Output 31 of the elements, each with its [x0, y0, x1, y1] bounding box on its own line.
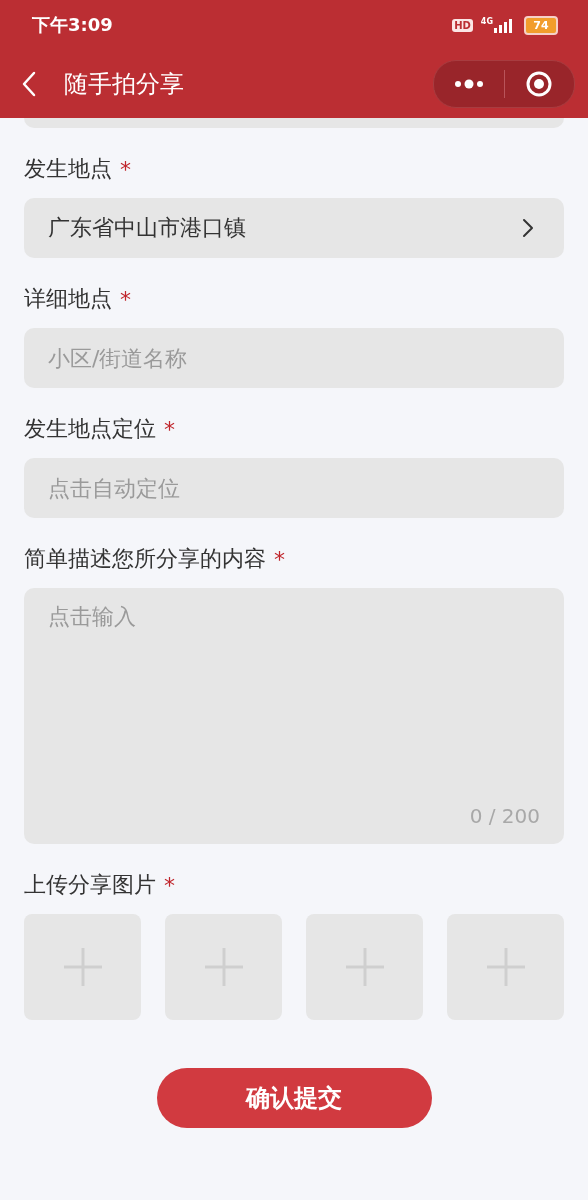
add-image-button[interactable] [306, 914, 423, 1020]
status-time: 下午3:09 [32, 13, 113, 37]
add-image-button[interactable] [447, 914, 564, 1020]
required-mark: * [164, 416, 175, 442]
char-counter: 0 / 200 [469, 804, 540, 828]
back-button[interactable] [22, 71, 36, 97]
page-title: 随手拍分享 [64, 69, 185, 100]
battery-icon: 74 [524, 15, 558, 35]
target-icon [526, 71, 553, 97]
input-field[interactable]: 小区/街道名称 [24, 328, 564, 388]
field-value: 广东省中山市港口镇 [48, 214, 246, 242]
field-label: 发生地点定位 [24, 415, 156, 443]
chevron-right-icon [522, 218, 534, 238]
submit-button[interactable]: 确认提交 [156, 1068, 432, 1128]
hd-badge: HD [452, 18, 473, 32]
required-mark: * [120, 286, 131, 312]
field-label: 发生地点 [24, 155, 112, 183]
required-mark: * [274, 546, 285, 572]
back-icon [22, 71, 36, 97]
network-label: 4G [480, 17, 493, 26]
required-mark: * [164, 872, 175, 898]
more-icon [453, 79, 484, 89]
add-image-button[interactable] [24, 914, 141, 1020]
input-field[interactable] [24, 118, 564, 128]
field-label: 详细地点 [24, 285, 112, 313]
select-field[interactable]: 广东省中山市港口镇 [24, 198, 564, 258]
field-label: 简单描述您所分享的内容 [24, 545, 266, 573]
field-label: 上传分享图片 [24, 871, 156, 899]
required-mark: * [120, 156, 131, 182]
add-image-button[interactable] [165, 914, 282, 1020]
input-field[interactable]: 点击自动定位 [24, 458, 564, 518]
